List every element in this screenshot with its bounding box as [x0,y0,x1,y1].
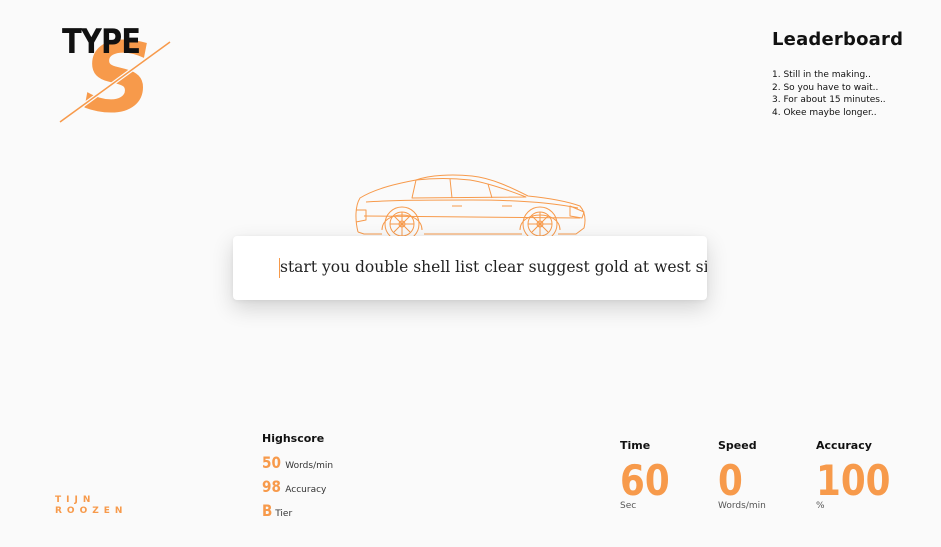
leaderboard-entry: 3. For about 15 minutes.. [772,95,886,106]
leaderboard-list: 1. Still in the making.. 2. So you have … [772,69,903,120]
stat-accuracy-title: Accuracy [816,439,872,452]
leaderboard-entry: 1. Still in the making.. [772,70,871,80]
stat-speed: Speed 0 Words/min [718,439,766,511]
highscore-title: Highscore [262,432,325,445]
leaderboard-entry: 4. Okee maybe longer.. [772,108,877,119]
highscore-wpm-value: 50 [262,453,281,472]
leaderboard-title: Leaderboard [772,29,904,50]
stat-accuracy-value: 100 [816,456,891,505]
highscore-accuracy-label: Accuracy [285,485,327,495]
stat-speed-title: Speed [718,439,757,452]
highscore-tier: B Tier [262,501,333,525]
highscore-accuracy-value: 98 [262,477,281,496]
type-s-logo: S TYPE [55,18,175,128]
highscore-panel: Highscore 50 Words/min 98 Accuracy B Tie… [262,432,333,525]
highscore-accuracy: 98 Accuracy [262,477,333,501]
highscore-tier-value: B [262,501,273,520]
author-credit: TIJN ROOZEN [55,495,127,517]
stat-accuracy: Accuracy 100 % [816,439,904,511]
leaderboard-entry: 2. So you have to wait.. [772,82,879,93]
leaderboard: Leaderboard 1. Still in the making.. 2. … [772,29,903,120]
stat-time-title: Time [620,439,651,452]
highscore-tier-label: Tier [275,509,293,519]
typing-caret [279,258,280,278]
logo-word: TYPE [62,22,141,62]
typing-area[interactable]: start you double shell list clear sugges… [233,236,707,300]
highscore-wpm-label: Words/min [285,461,334,471]
highscore-wpm: 50 Words/min [262,453,333,477]
stat-time: Time 60 Sec [620,439,678,511]
author-last-name: ROOZEN [55,506,128,516]
stat-time-value: 60 [620,456,670,505]
car-illustration [355,174,586,242]
author-first-name: TIJN [55,495,96,505]
stat-speed-value: 0 [718,456,743,505]
word-stream: start you double shell list clear sugges… [280,258,707,276]
